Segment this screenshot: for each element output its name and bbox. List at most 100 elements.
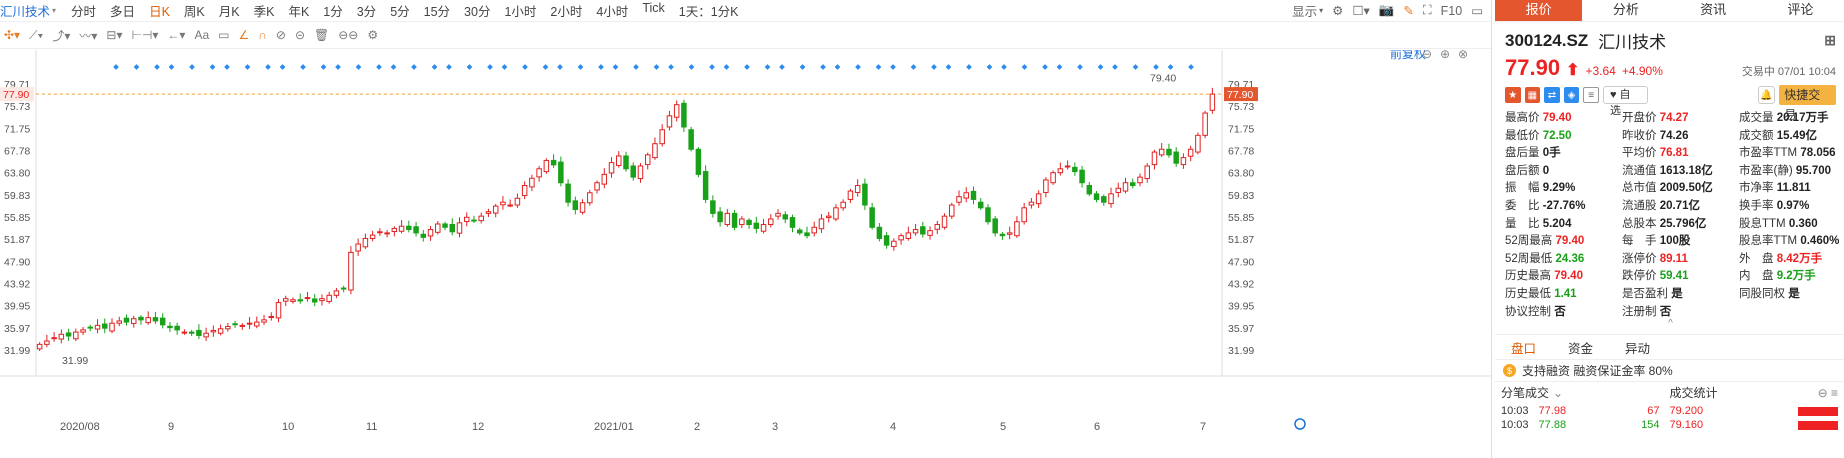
candle-body <box>36 343 43 350</box>
subtab-2[interactable]: 异动 <box>1609 338 1666 357</box>
quote-value: 95.700 <box>1792 164 1832 177</box>
period-7[interactable]: 1分 <box>316 1 349 20</box>
hide-icon[interactable]: ⊘ <box>276 28 286 42</box>
add-watch-button[interactable]: ♥ 自选 <box>1602 86 1648 117</box>
event-dot <box>875 64 882 70</box>
panel-tab-0[interactable]: 报价 <box>1495 0 1583 21</box>
period-15[interactable]: Tick <box>635 1 671 20</box>
period-8[interactable]: 3分 <box>350 1 383 20</box>
period-bar: 汇川技术 ▾ 分时 多日 日K 周K 月K 季K 年K 1分 3分 5分 15分 30分 1小时 2小时 4… <box>0 0 1491 22</box>
stock-name: 汇川技术 <box>1598 33 1667 52</box>
period-10[interactable]: 15分 <box>417 1 457 20</box>
settings-icon[interactable]: ⚙ <box>1332 3 1343 18</box>
magnet-icon[interactable]: ∩ <box>258 28 267 42</box>
target-icon[interactable] <box>1294 418 1306 430</box>
candle-body <box>891 240 897 248</box>
candle-body <box>290 299 296 302</box>
period-5[interactable]: 季K <box>247 1 282 20</box>
fullscreen-icon[interactable]: ⛶ <box>1423 3 1432 18</box>
candle-body <box>102 323 108 329</box>
candle-body <box>304 297 311 300</box>
collapse-icon[interactable]: ⊖ ≡ <box>1818 382 1838 404</box>
candle-body <box>239 324 246 327</box>
measure-icon[interactable]: ⊟▾ <box>106 28 122 42</box>
panel-tab-3[interactable]: 评论 <box>1757 0 1844 21</box>
tag-icon[interactable]: ◈ <box>1563 87 1580 103</box>
panel-toggle-icon[interactable]: ▭ <box>1471 3 1483 18</box>
symbol-selector[interactable]: 汇川技术 ▾ <box>0 1 64 20</box>
candle-body <box>406 225 412 231</box>
ray-tool-icon[interactable]: ⤴▾ <box>52 27 70 44</box>
candle-body <box>883 235 890 246</box>
period-4[interactable]: 月K <box>212 1 247 20</box>
chart-icon[interactable]: ▦ <box>1524 87 1541 103</box>
period-1[interactable]: 多日 <box>103 1 142 20</box>
restore-label[interactable]: 前复权 <box>1390 50 1426 61</box>
range-icon[interactable]: ⊢⊣▾ <box>131 28 158 42</box>
chevron-down-icon[interactable]: ⌄ <box>1553 382 1563 404</box>
plus-icon[interactable]: ⊕ <box>1440 50 1450 61</box>
quote-value: 5.204 <box>1539 217 1572 230</box>
quote-label: 协议控制 <box>1505 305 1551 318</box>
period-14[interactable]: 4小时 <box>589 1 635 20</box>
flag-icon[interactable]: ★ <box>1505 87 1521 103</box>
candle-body <box>811 226 817 234</box>
panel-tab-1[interactable]: 分析 <box>1582 0 1669 21</box>
add-icon[interactable]: ⊞ <box>1824 32 1836 49</box>
y-tick-right: 55.85 <box>1228 212 1254 224</box>
settings-icon[interactable]: ⚙ <box>367 28 378 42</box>
camera-icon[interactable]: 📷 <box>1379 3 1395 18</box>
period-12[interactable]: 1小时 <box>497 1 543 20</box>
note-icon[interactable]: ≡ <box>1583 87 1599 103</box>
checkbox-icon[interactable]: ☐▾ <box>1352 3 1369 18</box>
lock-icon[interactable]: ⊝ <box>295 28 305 42</box>
sub-tabs: 盘口 资金 异动 <box>1495 334 1844 361</box>
period-0[interactable]: 分时 <box>64 1 103 20</box>
line-tool-icon[interactable]: ⟋▾ <box>29 28 43 43</box>
quote-cell: 股息TTM 0.360 <box>1739 216 1844 233</box>
quote-cell: 委 比 -27.76% <box>1505 198 1622 215</box>
trash-icon[interactable]: 🗑 <box>314 28 329 42</box>
candlestick-chart[interactable]: 前复权 ⊖ ⊕ ⊗ 79.71 79.7175.73 75.7371.75 71.75… <box>0 50 1492 458</box>
candle-body <box>1209 93 1216 111</box>
panel-tab-2[interactable]: 资讯 <box>1670 0 1757 21</box>
shuffle-icon[interactable]: ⇄ <box>1544 87 1560 103</box>
period-9[interactable]: 5分 <box>383 1 416 20</box>
period-11[interactable]: 30分 <box>457 1 497 20</box>
period-2[interactable]: 日K <box>142 1 177 20</box>
link-icon[interactable]: ⊖⊖ <box>338 28 358 42</box>
period-16[interactable]: 1天：1分K <box>672 1 746 20</box>
candle-body <box>543 159 550 173</box>
candle-body <box>963 192 969 199</box>
chevron-up-icon[interactable]: ^ <box>1505 319 1836 329</box>
subtab-0[interactable]: 盘口 <box>1495 338 1552 357</box>
quote-label: 流通值 <box>1622 164 1657 177</box>
stats-row: 79.200 <box>1670 404 1838 418</box>
close-icon[interactable]: ⊗ <box>1458 50 1468 61</box>
candle-body <box>369 234 376 239</box>
bell-icon[interactable]: 🔔 <box>1757 86 1776 104</box>
comment-icon[interactable]: ▭ <box>218 28 229 42</box>
ruler-icon[interactable]: ∠ <box>238 28 249 42</box>
subtab-1[interactable]: 资金 <box>1552 338 1609 357</box>
display-menu[interactable]: 显示 ▾ <box>1292 1 1323 20</box>
text-tool[interactable]: Aa <box>194 28 209 42</box>
candle-body <box>362 237 369 248</box>
x-tick-label: 7 <box>1200 421 1206 433</box>
candle-body <box>985 207 991 223</box>
quote-value: 76.81 <box>1656 147 1689 160</box>
arrow-tool-icon[interactable]: ←▾ <box>167 28 185 42</box>
quote-value: 89.11 <box>1656 252 1688 265</box>
period-13[interactable]: 2小时 <box>543 1 589 20</box>
pencil-icon[interactable]: ✎ <box>1403 3 1413 18</box>
crosshair-icon[interactable]: ✣▾ <box>4 28 20 42</box>
margin-text: 支持融资 融资保证金率 80% <box>1522 364 1673 379</box>
wave-tool-icon[interactable]: 〰▾ <box>79 27 97 44</box>
ticks-panel: 分笔成交 ⌄ 10:03 77.98 67 10:03 77.88 154 <box>1501 382 1670 432</box>
fast-trade-button[interactable]: 快捷交易 <box>1779 85 1836 122</box>
period-3[interactable]: 周K <box>177 1 212 20</box>
event-dot <box>779 64 785 70</box>
f10-button[interactable]: F10 <box>1441 4 1463 18</box>
period-6[interactable]: 年K <box>281 1 316 20</box>
minus-icon[interactable]: ⊖ <box>1422 50 1432 61</box>
